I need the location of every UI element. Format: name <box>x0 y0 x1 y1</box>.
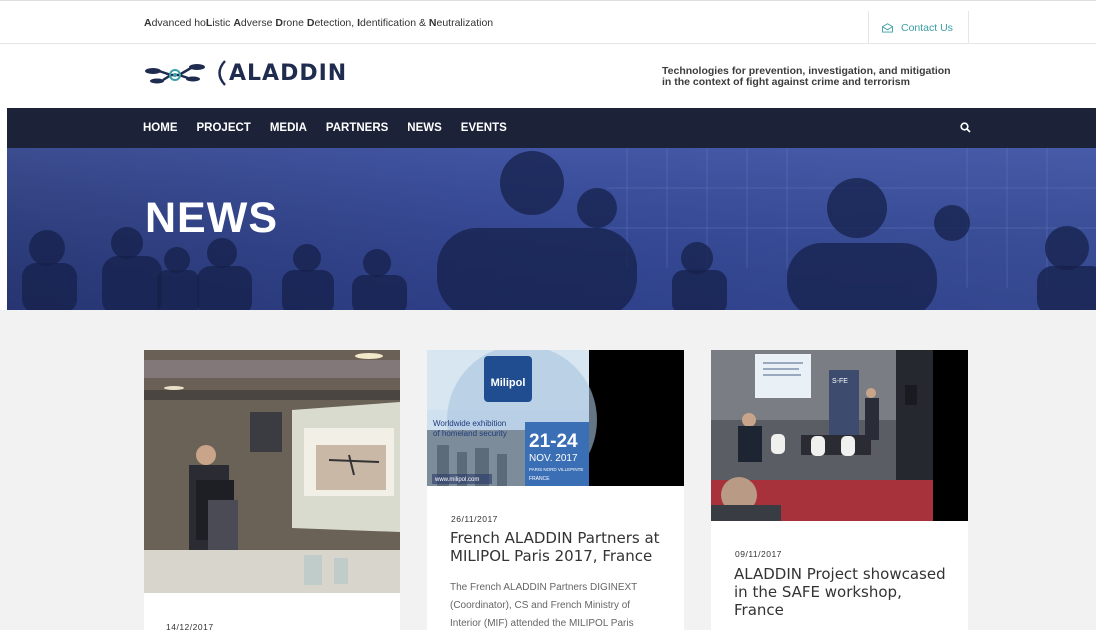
news-date: 26/11/2017 <box>451 514 498 524</box>
nav-item-home[interactable]: HOME <box>143 122 178 134</box>
brand-name: ALADDIN <box>229 60 348 86</box>
tagline-initial: D <box>275 17 283 29</box>
tagline-text: rone <box>282 17 307 29</box>
news-title[interactable]: ALADDIN Project showcased in the SAFE wo… <box>734 565 956 619</box>
news-excerpt: The French ALADDIN Partners DIGINEXT (Co… <box>450 579 675 630</box>
tagline-initial: A <box>233 17 241 29</box>
main-navigation: HOME PROJECT MEDIA PARTNERS NEWS EVENTS <box>7 108 1096 148</box>
news-thumbnail-milipol[interactable]: Milipol Worldwide exhibition of homeland… <box>427 350 684 486</box>
tagline-text: etection, <box>314 17 358 29</box>
page-title: NEWS <box>145 194 278 242</box>
tagline-text: dentification & <box>360 17 429 29</box>
news-card[interactable]: Milipol Worldwide exhibition of homeland… <box>427 350 684 630</box>
nav-item-project[interactable]: PROJECT <box>197 122 251 134</box>
tagline-text: dverse <box>240 17 276 29</box>
slogan-line-2: in the context of fight against crime an… <box>662 76 910 88</box>
news-card[interactable]: S-FE 09/11/2017 ALADDIN Project showcase… <box>711 350 968 630</box>
brand-wordmark: ALADDIN <box>211 60 347 86</box>
envelope-icon <box>882 23 893 33</box>
tagline-text: eutralization <box>436 17 494 29</box>
contact-us-link[interactable]: Contact Us <box>868 11 969 45</box>
tagline-text: dvanced ho <box>151 17 206 29</box>
news-title[interactable]: French ALADDIN Partners at MILIPOL Paris… <box>450 529 670 565</box>
nav-item-media[interactable]: MEDIA <box>270 122 307 134</box>
top-bar: Advanced hoListic Adverse Drone Detectio… <box>0 0 1096 45</box>
nav-item-news[interactable]: NEWS <box>407 122 442 134</box>
tagline-text: istic <box>212 17 234 29</box>
news-card[interactable]: 14/12/2017 <box>144 350 400 630</box>
tagline-initial: A <box>144 17 152 29</box>
contact-us-label: Contact Us <box>901 22 953 34</box>
news-thumbnail-workshop[interactable]: S-FE <box>711 350 968 521</box>
safe-banner-label: S-FE <box>832 378 848 385</box>
news-excerpt-line: (Coordinator), CS and French Ministry of <box>450 600 631 611</box>
milipol-venue: PARIS NORD VILLEPINTE <box>529 467 583 472</box>
site-logo[interactable]: ALADDIN <box>143 56 347 90</box>
project-tagline: Advanced hoListic Adverse Drone Detectio… <box>144 17 493 29</box>
nav-item-events[interactable]: EVENTS <box>461 122 507 134</box>
news-excerpt-line: Interior (MIF) attended the MILIPOL Pari… <box>450 618 634 629</box>
tagline-initial: N <box>428 17 437 29</box>
drone-logo-icon <box>145 64 205 84</box>
milipol-month: NOV. 2017 <box>529 453 578 464</box>
page-hero: NEWS <box>7 148 1096 310</box>
milipol-tagline-1: Worldwide exhibition <box>433 419 506 428</box>
milipol-tagline-2: of homeland security <box>433 429 507 438</box>
news-excerpt-line: The French ALADDIN Partners DIGINEXT <box>450 582 638 593</box>
site-header: ALADDIN Technologies for prevention, inv… <box>0 44 1096 108</box>
news-thumbnail-conference[interactable] <box>144 350 400 593</box>
milipol-country: FRANCE <box>529 476 550 482</box>
search-icon[interactable] <box>960 122 971 133</box>
news-date: 09/11/2017 <box>735 549 782 559</box>
milipol-dates: 21-24 <box>529 431 578 452</box>
nav-item-partners[interactable]: PARTNERS <box>326 122 388 134</box>
milipol-url: www.milipol.com <box>434 477 479 483</box>
news-list: 14/12/2017 Milipol Worldwide exhibition … <box>0 310 1096 630</box>
bracket-icon <box>218 60 226 86</box>
milipol-brand: Milipol <box>491 377 526 389</box>
header-slogan: Technologies for prevention, investigati… <box>662 66 982 88</box>
news-date: 14/12/2017 <box>166 622 214 630</box>
